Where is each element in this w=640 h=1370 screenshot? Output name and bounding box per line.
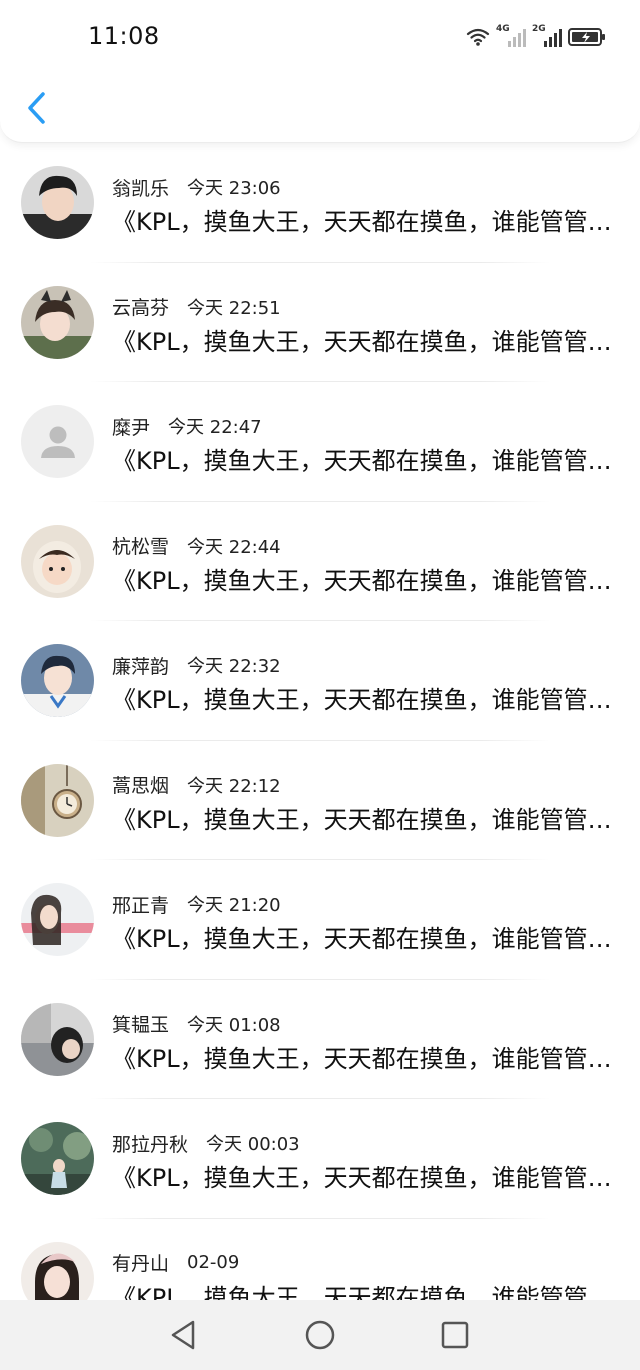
- message-time: 今天 22:44: [187, 536, 281, 558]
- avatar[interactable]: [21, 405, 94, 478]
- nav-home-button[interactable]: [303, 1318, 337, 1352]
- sender-name: 有丹山: [112, 1253, 170, 1275]
- sender-name: 蒿思烟: [112, 775, 170, 797]
- square-recents-icon: [441, 1321, 469, 1349]
- avatar[interactable]: [21, 644, 94, 717]
- message-preview: 《KPL，摸鱼大王，天天都在摸鱼，谁能管管他》: [112, 925, 618, 953]
- avatar[interactable]: [21, 166, 94, 239]
- message-preview: 《KPL，摸鱼大王，天天都在摸鱼，谁能管管他》: [112, 1164, 618, 1192]
- message-time: 今天 00:03: [206, 1134, 300, 1155]
- sender-name: 那拉丹秋: [112, 1133, 189, 1156]
- sender-name: 翁凯乐: [112, 177, 170, 200]
- message-time: 02-09: [187, 1252, 240, 1273]
- top-bar: 11:08 4G 2G: [0, 0, 640, 143]
- message-preview: 《KPL，摸鱼大王，天天都在摸鱼，谁能管管他》: [112, 1283, 618, 1301]
- message-time: 今天 22:12: [187, 775, 281, 797]
- list-item[interactable]: 有丹山 02-09 《KPL，摸鱼大王，天天都在摸鱼，谁能管管他》: [0, 1219, 640, 1301]
- avatar[interactable]: [21, 763, 94, 837]
- message-time: 今天 22:47: [168, 417, 262, 438]
- list-item[interactable]: 蒿思烟 今天 22:12 《KPL，摸鱼大王，天天都在摸鱼，谁能管管他》: [0, 741, 640, 860]
- avatar[interactable]: [21, 1122, 94, 1195]
- sender-name: 箕韫玉: [112, 1014, 170, 1036]
- message-preview: 《KPL，摸鱼大王，天天都在摸鱼，谁能管管他》: [112, 805, 618, 834]
- avatar[interactable]: [21, 285, 94, 359]
- avatar[interactable]: [21, 524, 94, 598]
- signal-2g-icon: 2G: [532, 24, 562, 48]
- message-preview: 《KPL，摸鱼大王，天天都在摸鱼，谁能管管他》: [112, 566, 618, 595]
- message-time: 今天 22:32: [187, 656, 281, 677]
- sender-name: 糜尹: [112, 416, 151, 439]
- message-time: 今天 01:08: [187, 1014, 281, 1036]
- message-preview: 《KPL，摸鱼大王，天天都在摸鱼，谁能管管他》: [112, 208, 618, 236]
- message-time: 今天 23:06: [187, 178, 281, 199]
- circle-home-icon: [305, 1320, 335, 1350]
- signal-4g-icon: 4G: [496, 24, 526, 48]
- sender-name: 杭松雪: [112, 536, 170, 558]
- status-icons: 4G 2G: [466, 24, 606, 50]
- message-time: 今天 22:51: [187, 297, 281, 319]
- triangle-back-icon: [171, 1320, 195, 1350]
- sender-name: 廉萍韵: [112, 655, 170, 678]
- list-item[interactable]: 邢正青 今天 21:20 《KPL，摸鱼大王，天天都在摸鱼，谁能管管他》: [0, 860, 640, 980]
- sender-name: 云高芬: [112, 297, 170, 319]
- nav-back-button[interactable]: [166, 1318, 200, 1352]
- list-item[interactable]: 翁凯乐 今天 23:06 《KPL，摸鱼大王，天天都在摸鱼，谁能管管他》: [0, 143, 640, 263]
- chevron-left-icon: [28, 92, 45, 124]
- screen: 11:08 4G 2G 翁凯乐 今天 23:06 《KPL，摸鱼大王，天天都在摸…: [0, 0, 640, 1370]
- message-preview: 《KPL，摸鱼大王，天天都在摸鱼，谁能管管他》: [112, 1044, 618, 1073]
- list-item[interactable]: 廉萍韵 今天 22:32 《KPL，摸鱼大王，天天都在摸鱼，谁能管管他》: [0, 621, 640, 741]
- message-preview: 《KPL，摸鱼大王，天天都在摸鱼，谁能管管他》: [112, 686, 618, 714]
- sender-name: 邢正青: [112, 894, 170, 917]
- nav-recents-button[interactable]: [438, 1318, 472, 1352]
- message-preview: 《KPL，摸鱼大王，天天都在摸鱼，谁能管管他》: [112, 327, 618, 356]
- system-nav-bar: [0, 1300, 640, 1370]
- message-list[interactable]: 翁凯乐 今天 23:06 《KPL，摸鱼大王，天天都在摸鱼，谁能管管他》 云高芬…: [0, 143, 640, 1300]
- wifi-icon: [466, 28, 490, 46]
- status-time: 11:08: [88, 22, 160, 50]
- message-preview: 《KPL，摸鱼大王，天天都在摸鱼，谁能管管他》: [112, 447, 618, 475]
- battery-icon: [568, 28, 605, 46]
- list-item[interactable]: 云高芬 今天 22:51 《KPL，摸鱼大王，天天都在摸鱼，谁能管管他》: [0, 263, 640, 382]
- message-time: 今天 21:20: [187, 895, 281, 916]
- avatar[interactable]: [21, 883, 94, 956]
- list-item[interactable]: 杭松雪 今天 22:44 《KPL，摸鱼大王，天天都在摸鱼，谁能管管他》: [0, 502, 640, 621]
- default-user-icon: [40, 426, 75, 458]
- list-item[interactable]: 糜尹 今天 22:47 《KPL，摸鱼大王，天天都在摸鱼，谁能管管他》: [0, 382, 640, 502]
- list-item[interactable]: 箕韫玉 今天 01:08 《KPL，摸鱼大王，天天都在摸鱼，谁能管管他》: [0, 980, 640, 1099]
- avatar[interactable]: [21, 1241, 94, 1300]
- list-item[interactable]: 那拉丹秋 今天 00:03 《KPL，摸鱼大王，天天都在摸鱼，谁能管管他》: [0, 1099, 640, 1219]
- back-button[interactable]: [18, 86, 54, 130]
- avatar[interactable]: [21, 1002, 94, 1076]
